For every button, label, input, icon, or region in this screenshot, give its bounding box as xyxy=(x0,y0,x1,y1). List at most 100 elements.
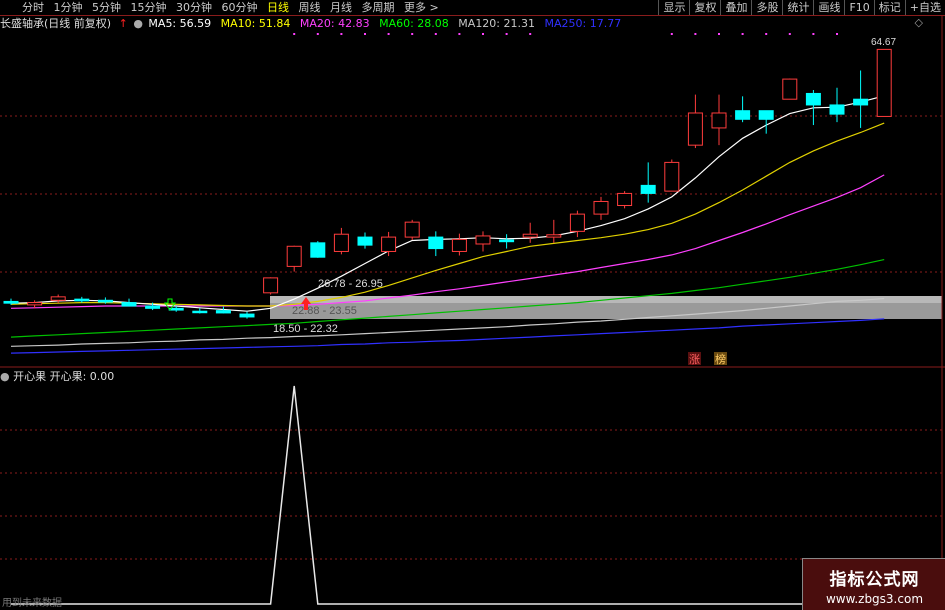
candle-body xyxy=(546,234,562,238)
sub-info-row: ● 开心果 开心果: 0.00 xyxy=(0,370,114,384)
tab-5min[interactable]: 5分钟 xyxy=(92,1,121,14)
candle-body xyxy=(687,112,703,146)
signal-dot xyxy=(741,33,744,35)
signal-dot xyxy=(836,33,838,35)
candle-body xyxy=(805,92,821,106)
add-watchlist-button[interactable]: +自选 xyxy=(904,0,945,15)
tag-bang: 榜 xyxy=(715,352,726,366)
signal-dot xyxy=(788,33,791,35)
candle-body xyxy=(239,313,255,318)
candle-body xyxy=(428,236,444,250)
tag-zhang: 涨 xyxy=(689,353,700,366)
draw-button[interactable]: 画线 xyxy=(813,0,844,15)
ma250-line xyxy=(10,318,885,354)
ma60-label: MA60: 28.08 xyxy=(379,17,449,30)
high-price-label: 64.67 xyxy=(871,37,896,48)
candle-body xyxy=(876,48,892,117)
candle-body xyxy=(74,298,90,302)
candle-body xyxy=(310,242,326,258)
candle-body xyxy=(640,184,656,194)
candles xyxy=(3,48,892,319)
candle-body xyxy=(711,112,727,129)
candle-body xyxy=(145,305,161,309)
mark-button[interactable]: 标记 xyxy=(873,0,905,15)
up-arrow-icon: ↑ xyxy=(118,17,128,30)
signal-dot xyxy=(812,33,815,35)
candle-body xyxy=(3,300,19,304)
candle-body xyxy=(499,239,515,243)
toolbar-actions: 显示 复权 叠加 多股 统计 画线 F10 标记 +自选 xyxy=(658,0,945,15)
signal-dot xyxy=(765,33,768,35)
candle-body xyxy=(735,110,751,120)
signal-dot xyxy=(482,33,484,35)
kline-chart[interactable]: 64.67 26.78 - 26.95 22.88 - 23.55 18.50 … xyxy=(0,0,945,609)
candle-body xyxy=(286,245,302,267)
signal-dot xyxy=(670,33,673,35)
overlay-button[interactable]: 叠加 xyxy=(720,0,751,15)
candle-body xyxy=(192,310,208,314)
candle-body xyxy=(263,277,279,294)
signal-dot xyxy=(411,33,414,35)
ma10-label: MA10: 51.84 xyxy=(220,17,291,30)
signal-dot xyxy=(694,33,697,35)
tab-fenshi[interactable]: 分时 xyxy=(22,1,44,14)
sub-indicator-value: 开心果: 0.00 xyxy=(49,370,115,383)
watermark-url: www.zbgs3.com xyxy=(825,592,924,606)
multi-stock-button[interactable]: 多股 xyxy=(751,0,782,15)
ma10-line xyxy=(10,122,885,307)
adjust-button[interactable]: 复权 xyxy=(689,0,720,15)
candle-body xyxy=(829,104,845,115)
candle-body xyxy=(853,98,869,106)
stock-title[interactable]: 长盛轴承(日线 前复权) xyxy=(0,17,111,30)
tab-monthly[interactable]: 月线 xyxy=(330,1,352,14)
signal-dot xyxy=(434,33,437,35)
candle-body xyxy=(50,296,66,301)
signal-dot xyxy=(505,33,508,35)
sub-grid-lines xyxy=(0,429,942,560)
candle-body xyxy=(404,221,420,238)
tab-daily[interactable]: 日线 xyxy=(267,1,289,14)
tab-15min[interactable]: 15分钟 xyxy=(131,1,167,14)
f10-button[interactable]: F10 xyxy=(844,0,873,15)
box-mid-label: 22.88 - 23.55 xyxy=(292,305,357,317)
sub-settings-icon[interactable]: ● xyxy=(0,370,10,383)
ma120-label: MA120: 21.31 xyxy=(458,17,536,30)
candle-body xyxy=(758,110,774,120)
period-tabs: 分时 1分钟 5分钟 15分钟 30分钟 60分钟 日线 周线 月线 多周期 更… xyxy=(22,0,445,15)
watermark-title: 指标公式网 xyxy=(829,570,920,590)
candle-body xyxy=(381,236,397,252)
settings-circle-icon[interactable]: ● xyxy=(133,17,143,30)
candle-body xyxy=(664,161,680,192)
candle-body xyxy=(357,236,373,246)
display-button[interactable]: 显示 xyxy=(658,0,689,15)
signal-dot xyxy=(529,33,532,35)
candle-body xyxy=(215,310,231,314)
box-low-label: 18.50 - 22.32 xyxy=(273,323,338,335)
ma20-label: MA20: 42.83 xyxy=(299,17,370,30)
statistics-button[interactable]: 统计 xyxy=(782,0,813,15)
grid-lines xyxy=(0,115,942,273)
tab-30min[interactable]: 30分钟 xyxy=(176,1,212,14)
toolbar: 分时 1分钟 5分钟 15分钟 30分钟 60分钟 日线 周线 月线 多周期 更… xyxy=(0,0,945,16)
ma5-line xyxy=(10,95,885,312)
watermark: 指标公式网 www.zbgs3.com xyxy=(802,558,945,610)
candle-body xyxy=(97,299,113,303)
main-info-row: 长盛轴承(日线 前复权) ↑ ● MA5: 56.59 MA10: 51.84 … xyxy=(0,17,627,31)
signal-dot xyxy=(364,33,366,35)
sub-indicator-title[interactable]: 开心果 xyxy=(13,370,46,383)
tab-1min[interactable]: 1分钟 xyxy=(54,1,83,14)
tab-multi-period[interactable]: 多周期 xyxy=(362,1,395,14)
future-data-note: 用到未来数据 xyxy=(2,598,62,609)
candle-body xyxy=(475,235,491,245)
candle-body xyxy=(617,192,633,206)
signal-dots xyxy=(293,33,838,35)
candle-body xyxy=(782,78,798,100)
signal-dot xyxy=(387,33,390,35)
tab-60min[interactable]: 60分钟 xyxy=(222,1,258,14)
indicator-line xyxy=(11,385,885,605)
tab-more[interactable]: 更多 > xyxy=(404,1,439,14)
tab-weekly[interactable]: 周线 xyxy=(299,1,321,14)
diamond-icon[interactable]: ◇ xyxy=(915,16,923,29)
ma5-label: MA5: 56.59 xyxy=(148,17,212,30)
candle-body xyxy=(593,200,609,215)
